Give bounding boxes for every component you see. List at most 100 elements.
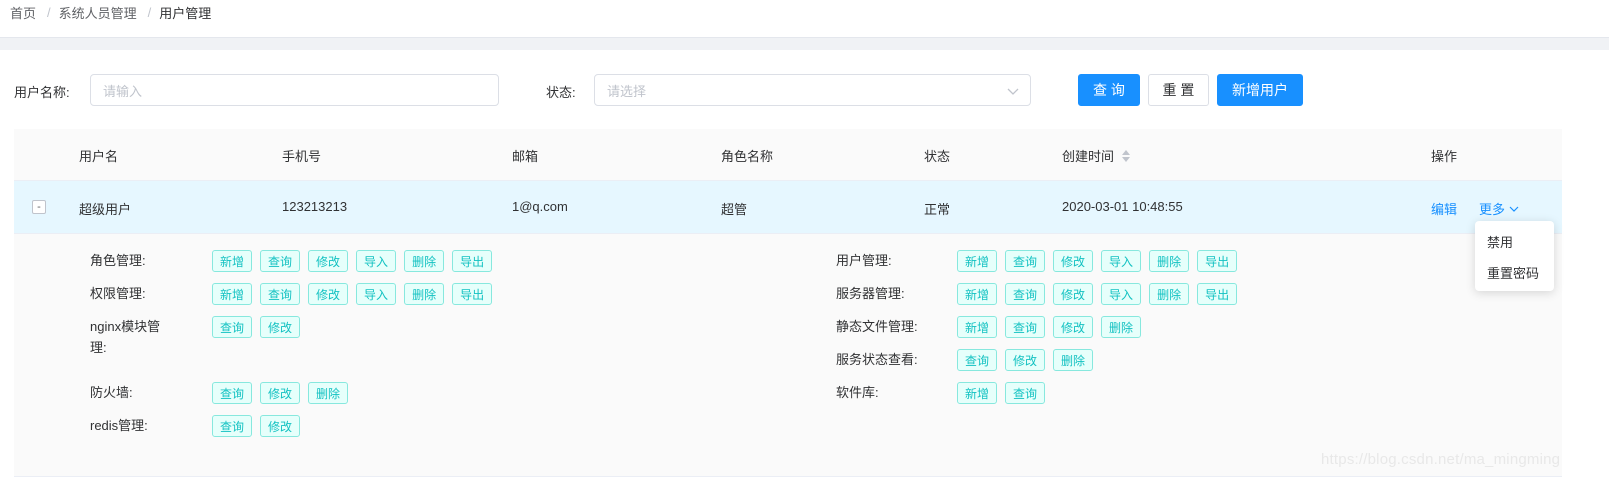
status-select-placeholder: 请选择 xyxy=(607,83,647,99)
perm-tag[interactable]: 导入 xyxy=(1101,283,1142,305)
breadcrumb-current: 用户管理 xyxy=(159,5,212,21)
perm-label-software-repo: 软件库: xyxy=(836,385,879,400)
perm-tag[interactable]: 修改 xyxy=(1053,283,1094,305)
sort-icon[interactable] xyxy=(1122,149,1131,162)
perm-tag[interactable]: 修改 xyxy=(1053,250,1094,272)
perm-tag[interactable]: 导出 xyxy=(1197,283,1238,305)
username-input-placeholder: 请输入 xyxy=(103,83,143,99)
perm-tag[interactable]: 删除 xyxy=(404,250,445,272)
header-phone: 手机号 xyxy=(282,149,322,164)
user-table: 用户名 手机号 邮箱 角色名称 状态 创建时间 操作 - 超级用户 123213… xyxy=(14,129,1562,477)
perm-tag[interactable]: 修改 xyxy=(308,250,349,272)
perm-tags-server-mgmt: 新增 查询 修改 导入 删除 导出 xyxy=(957,283,1238,305)
cell-phone: 123213213 xyxy=(282,199,348,214)
perm-tag[interactable]: 删除 xyxy=(1149,250,1190,272)
breadcrumb: 首页 / 系统人员管理 / 用户管理 xyxy=(10,3,211,21)
cell-status: 正常 xyxy=(924,202,951,217)
perm-tag[interactable]: 删除 xyxy=(308,382,349,404)
header-divider xyxy=(0,37,1609,50)
perm-tag[interactable]: 新增 xyxy=(957,316,998,338)
perm-label-server-mgmt: 服务器管理: xyxy=(836,286,905,301)
perm-label-nginx-line1: nginx模块管 xyxy=(90,319,161,334)
table-header: 用户名 手机号 邮箱 角色名称 状态 创建时间 操作 xyxy=(14,129,1562,181)
chevron-down-icon xyxy=(1509,206,1519,212)
perm-tag[interactable]: 修改 xyxy=(1005,349,1046,371)
chevron-down-icon xyxy=(1007,88,1019,95)
header-created-label: 创建时间 xyxy=(1062,149,1115,164)
perm-tag[interactable]: 新增 xyxy=(957,250,998,272)
perm-tag[interactable]: 查询 xyxy=(212,316,253,338)
perm-label-firewall: 防火墙: xyxy=(90,385,133,400)
perm-tags-static-files: 新增 查询 修改 删除 xyxy=(957,316,1142,338)
cell-username: 超级用户 xyxy=(79,202,132,217)
perm-tag[interactable]: 查询 xyxy=(260,283,301,305)
search-button[interactable]: 查 询 xyxy=(1078,74,1140,106)
reset-button[interactable]: 重 置 xyxy=(1148,74,1209,106)
perm-tags-permission-mgmt: 新增 查询 修改 导入 删除 导出 xyxy=(212,283,493,305)
perm-tag[interactable]: 导出 xyxy=(452,283,493,305)
perm-tag[interactable]: 查询 xyxy=(1005,250,1046,272)
perm-tag[interactable]: 新增 xyxy=(957,382,998,404)
add-user-button[interactable]: 新增用户 xyxy=(1217,74,1303,106)
dropdown-item-reset-password[interactable]: 重置密码 xyxy=(1487,263,1539,282)
header-created[interactable]: 创建时间 xyxy=(1062,146,1131,165)
perm-tags-nginx: 查询 修改 xyxy=(212,316,301,338)
perm-tags-software-repo: 新增 查询 xyxy=(957,382,1046,404)
perm-tag[interactable]: 查询 xyxy=(1005,316,1046,338)
perm-tag[interactable]: 修改 xyxy=(260,316,301,338)
perm-label-static-files: 静态文件管理: xyxy=(836,319,918,334)
more-dropdown-menu: 禁用 重置密码 xyxy=(1475,221,1554,291)
perm-tag[interactable]: 导出 xyxy=(1197,250,1238,272)
perm-tag[interactable]: 删除 xyxy=(1053,349,1094,371)
header-role: 角色名称 xyxy=(721,149,774,164)
perm-tag[interactable]: 修改 xyxy=(260,415,301,437)
edit-link[interactable]: 编辑 xyxy=(1431,199,1457,218)
perm-tag[interactable]: 修改 xyxy=(260,382,301,404)
perm-tag[interactable]: 删除 xyxy=(1101,316,1142,338)
perm-label-nginx-line2: 理: xyxy=(90,340,107,355)
status-select[interactable]: 请选择 xyxy=(594,74,1031,106)
perm-tag[interactable]: 查询 xyxy=(212,415,253,437)
perm-label-permission-mgmt: 权限管理: xyxy=(90,286,146,301)
more-dropdown-trigger[interactable]: 更多 xyxy=(1479,199,1519,218)
perm-tag[interactable]: 删除 xyxy=(1149,283,1190,305)
username-filter-label: 用户名称: xyxy=(14,85,70,100)
permissions-panel: 角色管理: 新增 查询 修改 导入 删除 导出 权限管理: 新增 查询 修改 导… xyxy=(14,234,1562,477)
perm-tag[interactable]: 导出 xyxy=(452,250,493,272)
cell-email: 1@q.com xyxy=(512,199,568,214)
perm-tag[interactable]: 修改 xyxy=(308,283,349,305)
header-email: 邮箱 xyxy=(512,149,539,164)
perm-tag[interactable]: 新增 xyxy=(212,250,253,272)
header-actions: 操作 xyxy=(1431,149,1458,164)
cell-role: 超管 xyxy=(721,202,748,217)
perm-tag[interactable]: 删除 xyxy=(404,283,445,305)
perm-tag[interactable]: 修改 xyxy=(1053,316,1094,338)
perm-tag[interactable]: 查询 xyxy=(260,250,301,272)
perm-tags-role-mgmt: 新增 查询 修改 导入 删除 导出 xyxy=(212,250,493,272)
perm-tag[interactable]: 导入 xyxy=(356,250,397,272)
breadcrumb-system-staff[interactable]: 系统人员管理 xyxy=(59,3,137,22)
header-username: 用户名 xyxy=(79,149,119,164)
dropdown-item-disable[interactable]: 禁用 xyxy=(1487,232,1513,251)
username-input[interactable]: 请输入 xyxy=(90,74,499,106)
perm-tag[interactable]: 新增 xyxy=(212,283,253,305)
breadcrumb-separator: / xyxy=(47,4,51,20)
perm-tags-user-mgmt: 新增 查询 修改 导入 删除 导出 xyxy=(957,250,1238,272)
perm-tags-service-status: 查询 修改 删除 xyxy=(957,349,1094,371)
perm-tag[interactable]: 导入 xyxy=(356,283,397,305)
perm-tag[interactable]: 查询 xyxy=(957,349,998,371)
perm-tag[interactable]: 查询 xyxy=(1005,382,1046,404)
perm-label-redis: redis管理: xyxy=(90,418,148,433)
watermark: https://blog.csdn.net/ma_mingming xyxy=(1321,451,1561,468)
perm-label-user-mgmt: 用户管理: xyxy=(836,253,892,268)
cell-created: 2020-03-01 10:48:55 xyxy=(1062,199,1183,214)
perm-tag[interactable]: 导入 xyxy=(1101,250,1142,272)
perm-tag[interactable]: 查询 xyxy=(212,382,253,404)
collapse-row-button[interactable]: - xyxy=(32,200,46,214)
perm-tags-redis: 查询 修改 xyxy=(212,415,301,437)
perm-tag[interactable]: 查询 xyxy=(1005,283,1046,305)
status-filter-label: 状态: xyxy=(546,85,576,100)
perm-tag[interactable]: 新增 xyxy=(957,283,998,305)
breadcrumb-separator: / xyxy=(147,4,152,20)
breadcrumb-home[interactable]: 首页 xyxy=(10,3,36,22)
